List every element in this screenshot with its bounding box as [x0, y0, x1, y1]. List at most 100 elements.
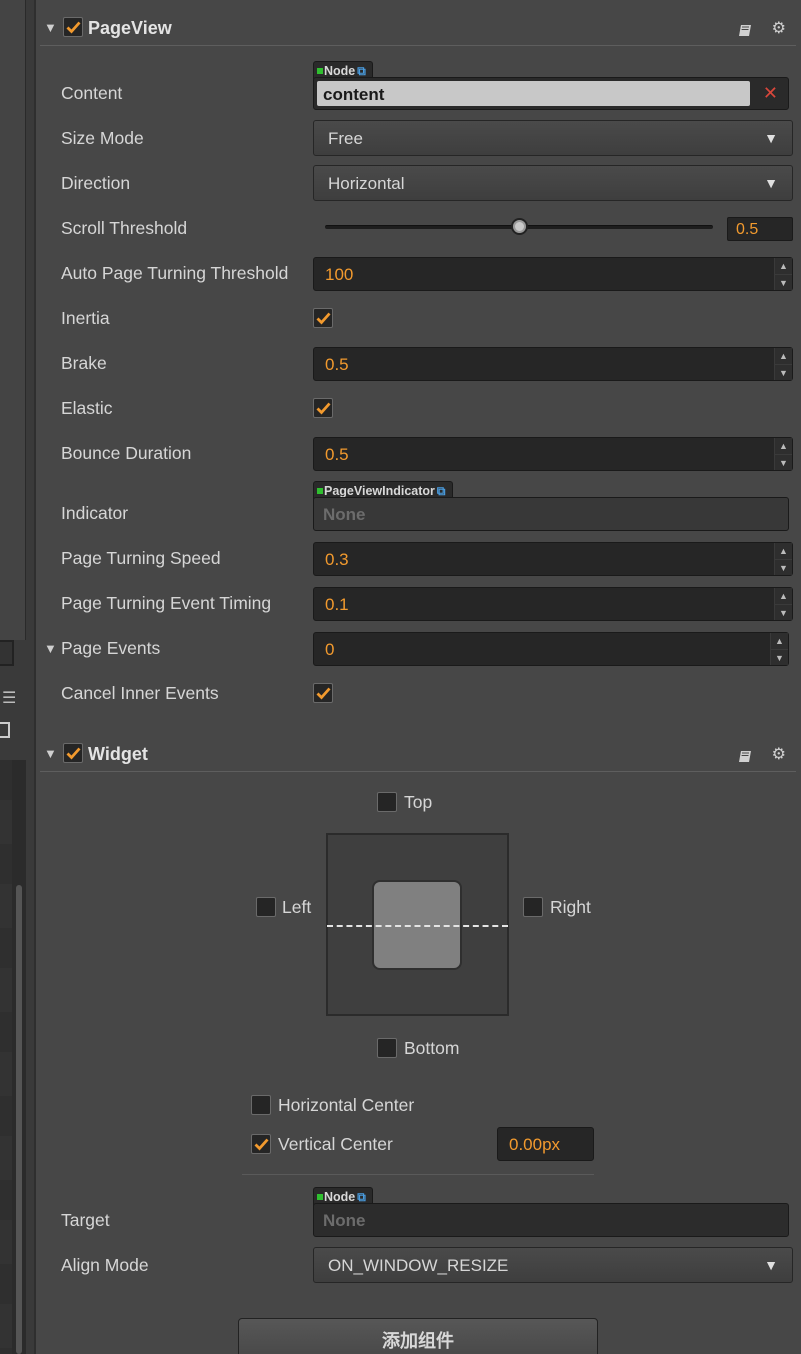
widget-title: Widget	[88, 744, 148, 764]
bounce-duration-value: 0.5	[325, 445, 349, 464]
size-mode-value: Free	[328, 129, 363, 148]
stepper-up-icon[interactable]: ▲	[775, 588, 792, 604]
direction-select[interactable]: Horizontal ▼	[313, 165, 793, 201]
widget-section-header[interactable]: ▼ Widget ⚙	[40, 738, 796, 772]
gear-icon[interactable]: ⚙	[772, 744, 786, 764]
widget-right-label: Right	[550, 897, 591, 917]
scroll-threshold-input[interactable]: 0.5	[727, 217, 793, 241]
stepper-up-icon[interactable]: ▲	[775, 438, 792, 454]
panel-divider[interactable]	[34, 0, 36, 1354]
elastic-checkbox[interactable]	[313, 398, 333, 418]
number-stepper[interactable]: ▲ ▼	[770, 633, 788, 665]
add-component-button[interactable]: 添加组件	[238, 1318, 598, 1354]
widget-left-label: Left	[282, 897, 312, 917]
panel-toggle-icon[interactable]	[0, 722, 10, 738]
number-stepper[interactable]: ▲ ▼	[774, 588, 792, 620]
stepper-down-icon[interactable]: ▼	[775, 364, 792, 380]
external-link-icon[interactable]: ⧉	[437, 484, 446, 498]
size-mode-label: Size Mode	[61, 128, 144, 148]
cancel-inner-events-label: Cancel Inner Events	[61, 683, 219, 703]
checkmark-icon	[254, 1138, 269, 1151]
widget-left-checkbox[interactable]	[256, 897, 276, 917]
stepper-down-icon[interactable]: ▼	[775, 274, 792, 290]
scroll-threshold-value: 0.5	[736, 221, 759, 238]
auto-page-turning-value: 100	[325, 265, 354, 284]
stepper-up-icon[interactable]: ▲	[775, 348, 792, 364]
vertical-center-checkbox[interactable]	[251, 1134, 271, 1154]
pageview-enabled-checkbox[interactable]	[63, 17, 83, 37]
page-events-expand-icon[interactable]: ▼	[44, 641, 57, 656]
left-panel-input-edge[interactable]	[0, 640, 14, 666]
page-turning-event-timing-input[interactable]: 0.1 ▲ ▼	[313, 587, 793, 621]
align-mode-select[interactable]: ON_WINDOW_RESIZE ▼	[313, 1247, 793, 1283]
collapse-arrow-icon[interactable]: ▼	[44, 746, 57, 761]
widget-top-label: Top	[404, 792, 433, 812]
checkmark-icon	[316, 312, 331, 325]
checkmark-icon	[66, 747, 81, 760]
cancel-inner-events-checkbox[interactable]	[313, 683, 333, 703]
external-link-icon[interactable]: ⧉	[357, 64, 366, 78]
vertical-center-input[interactable]: 0.00px	[497, 1127, 594, 1161]
triangle-down-icon: ▼	[764, 1257, 778, 1273]
left-panel-scrollbar[interactable]	[16, 885, 22, 1354]
number-stepper[interactable]: ▲ ▼	[774, 348, 792, 380]
triangle-down-icon: ▼	[764, 130, 778, 146]
hamburger-icon[interactable]: ☰	[2, 688, 20, 708]
widget-right-checkbox[interactable]	[523, 897, 543, 917]
left-panel-rows	[0, 760, 12, 1354]
scroll-threshold-slider-handle[interactable]	[510, 218, 528, 235]
widget-top-checkbox[interactable]	[377, 792, 397, 812]
content-field[interactable]: content ✕	[313, 77, 789, 110]
number-stepper[interactable]: ▲ ▼	[774, 258, 792, 290]
widget-enabled-checkbox[interactable]	[63, 743, 83, 763]
stepper-down-icon[interactable]: ▼	[775, 559, 792, 575]
page-turning-speed-input[interactable]: 0.3 ▲ ▼	[313, 542, 793, 576]
indicator-field[interactable]: None	[313, 497, 789, 531]
size-mode-select[interactable]: Free ▼	[313, 120, 793, 156]
node-dot-icon	[317, 1194, 323, 1200]
widget-bottom-checkbox[interactable]	[377, 1038, 397, 1058]
pageview-section-header[interactable]: ▼ PageView ⚙	[40, 12, 796, 46]
horizontal-center-checkbox[interactable]	[251, 1095, 271, 1115]
page-events-input[interactable]: 0 ▲ ▼	[313, 632, 789, 666]
stepper-up-icon[interactable]: ▲	[775, 258, 792, 274]
stepper-down-icon[interactable]: ▼	[771, 649, 788, 665]
close-icon[interactable]: ✕	[763, 83, 778, 104]
indicator-value: None	[323, 505, 366, 524]
node-dot-icon	[317, 488, 323, 494]
stepper-down-icon[interactable]: ▼	[775, 604, 792, 620]
content-value: content	[323, 85, 385, 104]
number-stepper[interactable]: ▲ ▼	[774, 543, 792, 575]
indicator-label: Indicator	[61, 503, 129, 523]
align-mode-label: Align Mode	[61, 1255, 149, 1275]
direction-value: Horizontal	[328, 174, 405, 193]
brake-label: Brake	[61, 353, 107, 373]
page-turning-event-timing-value: 0.1	[325, 595, 349, 614]
brake-value: 0.5	[325, 355, 349, 374]
target-value: None	[323, 1211, 366, 1230]
external-link-icon[interactable]: ⧉	[357, 1190, 366, 1204]
vertical-center-label: Vertical Center	[278, 1134, 393, 1154]
gear-icon[interactable]: ⚙	[772, 18, 786, 38]
inertia-label: Inertia	[61, 308, 110, 328]
book-icon[interactable]	[738, 748, 752, 768]
scroll-threshold-label: Scroll Threshold	[61, 218, 188, 238]
number-stepper[interactable]: ▲ ▼	[774, 438, 792, 470]
bounce-duration-label: Bounce Duration	[61, 443, 192, 463]
align-mode-value: ON_WINDOW_RESIZE	[328, 1256, 509, 1275]
stepper-up-icon[interactable]: ▲	[775, 543, 792, 559]
page-turning-speed-value: 0.3	[325, 550, 349, 569]
inertia-checkbox[interactable]	[313, 308, 333, 328]
stepper-up-icon[interactable]: ▲	[771, 633, 788, 649]
bounce-duration-input[interactable]: 0.5 ▲ ▼	[313, 437, 793, 471]
widget-bottom-label: Bottom	[404, 1038, 460, 1058]
add-component-label: 添加组件	[382, 1331, 454, 1351]
brake-input[interactable]: 0.5 ▲ ▼	[313, 347, 793, 381]
stepper-down-icon[interactable]: ▼	[775, 454, 792, 470]
collapse-arrow-icon[interactable]: ▼	[44, 20, 57, 35]
checkmark-icon	[66, 21, 81, 34]
book-icon[interactable]	[738, 22, 752, 42]
auto-page-turning-input[interactable]: 100 ▲ ▼	[313, 257, 793, 291]
target-field[interactable]: None	[313, 1203, 789, 1237]
node-dot-icon	[317, 68, 323, 74]
